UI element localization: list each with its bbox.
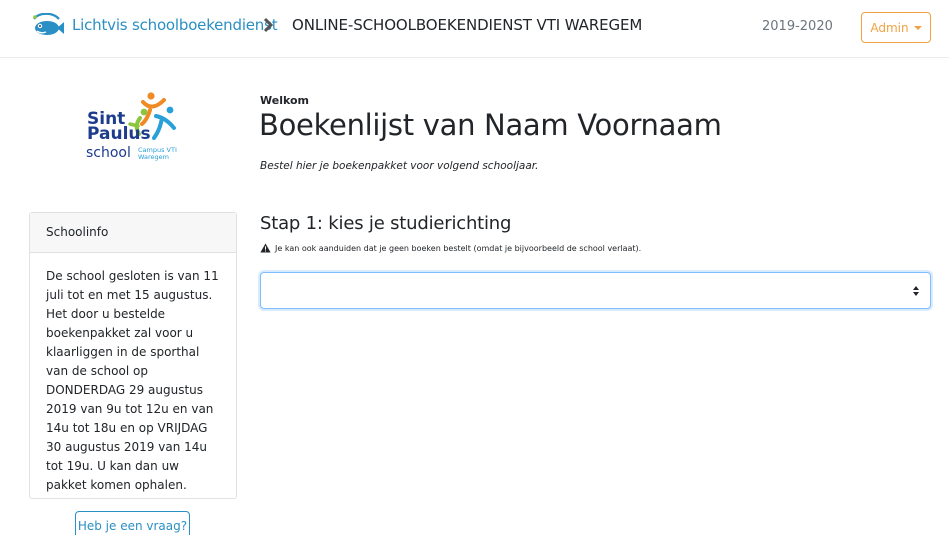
select-arrows-icon — [913, 286, 919, 296]
brand-link[interactable]: Lichtvis schoolboekendienst — [72, 16, 278, 34]
school-logo: Sint Paulus school Campus VTI Waregem — [84, 90, 194, 178]
logo-text-school: school — [86, 145, 131, 161]
help-question-button[interactable]: Heb je een vraag? — [75, 511, 190, 535]
admin-label: Admin — [870, 20, 909, 35]
study-direction-select[interactable] — [260, 272, 931, 309]
logo-text-waregem: Waregem — [138, 153, 169, 161]
logo-text-paulus: Paulus — [87, 124, 151, 144]
caret-down-icon — [913, 26, 922, 30]
school-title: ONLINE-SCHOOLBOEKENDIENST VTI WAREGEM — [292, 16, 643, 34]
page-title: Boekenlijst van Naam Voornaam — [259, 108, 722, 142]
schoolinfo-title: Schoolinfo — [30, 213, 236, 253]
top-navbar: Lichtvis schoolboekendienst ONLINE-SCHOO… — [0, 0, 949, 58]
page-subtitle: Bestel hier je boekenpakket voor volgend… — [260, 160, 539, 172]
step-1-title: Stap 1: kies je studierichting — [260, 213, 512, 234]
schoolinfo-body: De school gesloten is van 11 juli tot en… — [46, 269, 219, 492]
schoolinfo-card: Schoolinfo De school gesloten is van 11 … — [29, 212, 237, 499]
admin-dropdown-button[interactable]: Admin — [861, 12, 931, 43]
chevron-right-icon — [263, 17, 274, 33]
welcome-label: Welkom — [260, 94, 310, 107]
school-year: 2019-2020 — [762, 19, 833, 34]
fish-logo-icon[interactable] — [31, 13, 65, 39]
warning-icon — [260, 243, 271, 253]
notice-text: Je kan ook aanduiden dat je geen boeken … — [275, 243, 642, 253]
no-books-notice: Je kan ook aanduiden dat je geen boeken … — [260, 243, 641, 253]
